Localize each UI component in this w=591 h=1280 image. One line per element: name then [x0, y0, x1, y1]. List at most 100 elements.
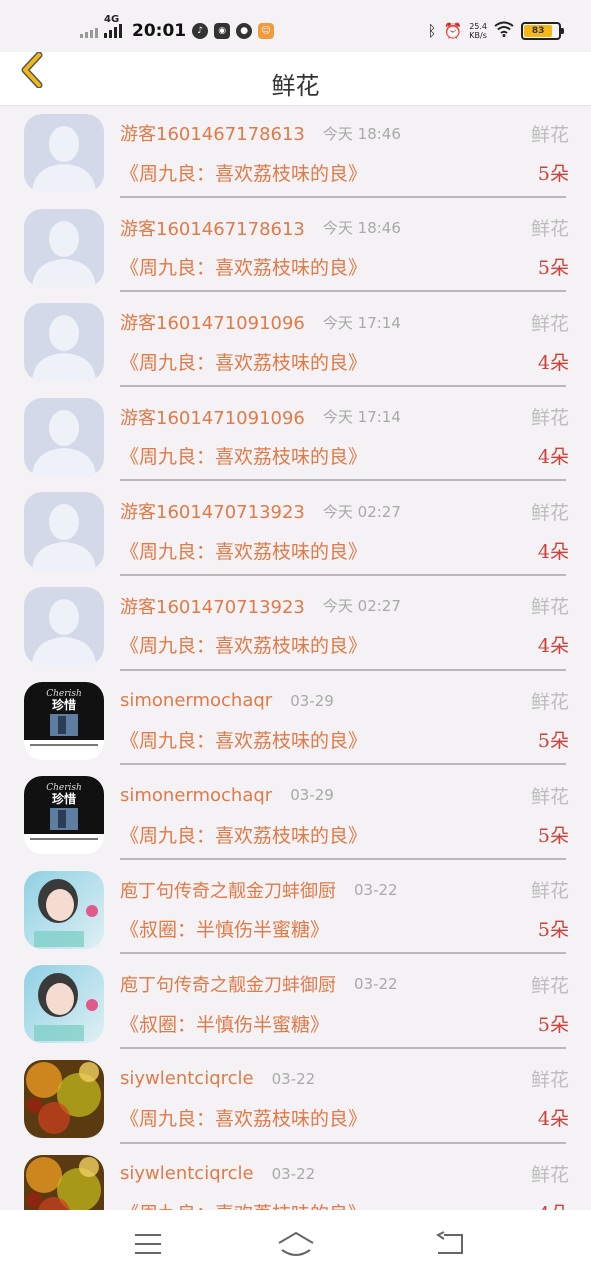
menu-icon: [135, 1234, 161, 1254]
gift-record-row[interactable]: Cherish 珍惜 simonermochaqr 03-29 鲜花 《周九良：喜欢荔枝味…: [0, 674, 591, 769]
user-name[interactable]: 游客1601470713923: [120, 593, 305, 619]
user-avatar[interactable]: Cherish 珍惜: [24, 776, 104, 855]
row-divider: [120, 668, 566, 671]
home-button[interactable]: [272, 1224, 320, 1264]
gift-count: 4朵: [537, 351, 569, 374]
gift-record-row[interactable]: 游客1601467178613 今天 18:46 鲜花 《周九良：喜欢荔枝味的良》 5朵: [0, 106, 591, 201]
gift-record-row[interactable]: siywlentciqrcle 03-22 鲜花《周九良：喜欢荔枝味的良》 4朵: [0, 1052, 591, 1147]
user-name[interactable]: 游客1601467178613: [120, 215, 305, 241]
gift-time: 03-22: [354, 880, 398, 899]
row-header: 游客1601471091096 今天 17:14 鲜花: [120, 403, 569, 431]
gift-record-row[interactable]: 游客1601470713923 今天 02:27 鲜花《周九良：喜欢荔枝味的良》 4朵: [0, 484, 591, 579]
row-divider: [120, 952, 566, 955]
user-avatar[interactable]: [24, 492, 104, 571]
song-title[interactable]: 《周九良：喜欢荔枝味的良》: [120, 726, 367, 753]
menu-button[interactable]: [124, 1224, 172, 1264]
user-name[interactable]: simonermochaqr: [120, 785, 272, 806]
gift-type: 鲜花: [530, 880, 569, 903]
user-name[interactable]: simonermochaqr: [120, 690, 272, 711]
signal-strength-icon-2: 4G: [104, 14, 122, 38]
gift-count: 4朵: [537, 446, 569, 469]
gift-type: 鲜花: [530, 218, 569, 241]
row-detail: 《周九良：喜欢荔枝味的良》 5朵: [120, 820, 569, 848]
gift-time: 03-22: [271, 1069, 316, 1088]
user-avatar[interactable]: [24, 397, 104, 476]
gift-time: 今天 18:46: [322, 124, 401, 143]
user-name[interactable]: 游客1601471091096: [120, 404, 305, 430]
gift-time: 今天 02:27: [322, 597, 401, 616]
user-avatar[interactable]: [24, 208, 104, 287]
gift-record-row[interactable]: Cherish 珍惜 simonermochaqr 03-29 鲜花 《周九良：喜欢荔枝味…: [0, 768, 591, 863]
user-name[interactable]: 庖丁句传奇之靓金刀蚌御厨: [120, 877, 336, 903]
song-title[interactable]: 《周九良：喜欢荔枝味的良》: [120, 253, 367, 280]
song-title[interactable]: 《周九良：喜欢荔枝味的良》: [120, 442, 367, 469]
gift-time: 今天 02:27: [322, 502, 401, 521]
flower-gift-list[interactable]: 游客1601467178613 今天 18:46 鲜花 《周九良：喜欢荔枝味的良》 5朵…: [0, 106, 591, 1210]
gift-record-row[interactable]: 庖丁句传奇之靓金刀蚌御厨 03-22 鲜花 《叔圈：半慎伤半蜜糖》 5朵: [0, 957, 591, 1052]
user-avatar[interactable]: [24, 586, 104, 665]
user-avatar[interactable]: [24, 870, 104, 949]
gift-count: 4朵: [537, 540, 569, 563]
row-header: 庖丁句传奇之靓金刀蚌御厨 03-22 鲜花: [120, 970, 569, 998]
row-divider: [120, 763, 566, 766]
gift-record-row[interactable]: 游客1601471091096 今天 17:14 鲜花 《周九良：喜欢荔枝味的良》 4朵: [0, 390, 591, 485]
row-detail: 《叔圈：半慎伤半蜜糖》 5朵: [120, 915, 569, 943]
user-name[interactable]: 游客1601467178613: [120, 120, 305, 146]
battery-icon: 83: [521, 22, 564, 40]
user-avatar[interactable]: [24, 114, 104, 192]
gift-type: 鲜花: [530, 501, 569, 524]
row-divider: [120, 384, 566, 387]
user-name[interactable]: 游客1601471091096: [120, 309, 305, 335]
gift-record-row[interactable]: 游客1601471091096 今天 17:14 鲜花 《周九良：喜欢荔枝味的良》 4朵: [0, 295, 591, 390]
gift-count: 5朵: [537, 257, 569, 280]
gift-count: 4朵: [538, 1199, 569, 1210]
status-bar-right: ᛒ ⏰ 25.4 KB/s 83: [427, 18, 564, 44]
network-speed-value: 25.4: [469, 22, 487, 31]
music-app-icon: ♪: [192, 23, 209, 39]
row-detail: 《周九良：喜欢荔枝味的良》 5朵: [120, 726, 569, 754]
song-title[interactable]: 《周九良：喜欢荔枝味的良》: [120, 159, 367, 186]
gift-count: 5朵: [537, 824, 569, 847]
row-header: siywlentciqrcle 03-22 鲜花: [120, 1160, 569, 1188]
network-speed-unit: KB/s: [469, 31, 487, 40]
page-header: 鲜花: [0, 52, 591, 106]
song-title[interactable]: 《周九良：喜欢荔枝味的良》: [120, 1199, 367, 1210]
gift-record-row[interactable]: 庖丁句传奇之靓金刀蚌御厨 03-22 鲜花《叔圈：半慎伤半蜜糖》 5朵: [0, 863, 591, 958]
home-icon: [278, 1231, 314, 1256]
user-name[interactable]: 游客1601470713923: [120, 498, 305, 524]
return-button[interactable]: [426, 1224, 474, 1264]
user-avatar[interactable]: [24, 303, 104, 382]
cartoon-app-icon: ☺: [258, 23, 275, 39]
song-title[interactable]: 《周九良：喜欢荔枝味的良》: [120, 348, 367, 375]
user-name[interactable]: siywlentciqrcle: [120, 1068, 254, 1089]
row-header: 游客1601471091096 今天 17:14 鲜花: [120, 308, 569, 336]
row-divider: [120, 1046, 566, 1049]
row-divider: [120, 1141, 566, 1144]
row-detail: 《周九良：喜欢荔枝味的良》 4朵: [120, 631, 569, 659]
song-title[interactable]: 《周九良：喜欢荔枝味的良》: [120, 1104, 367, 1131]
gift-type: 鲜花: [530, 1069, 569, 1092]
gift-record-row[interactable]: 游客1601470713923 今天 02:27 鲜花《周九良：喜欢荔枝味的良》 4朵: [0, 579, 591, 674]
row-detail: 《周九良：喜欢荔枝味的良》 4朵: [120, 1199, 569, 1210]
user-avatar[interactable]: [24, 1154, 104, 1210]
user-avatar[interactable]: [24, 965, 104, 1044]
row-header: 游客1601470713923 今天 02:27 鲜花: [120, 592, 569, 620]
song-title[interactable]: 《叔圈：半慎伤半蜜糖》: [120, 915, 329, 942]
song-title[interactable]: 《周九良：喜欢荔枝味的良》: [120, 631, 367, 658]
gift-type: 鲜花: [530, 596, 569, 619]
user-name[interactable]: 庖丁句传奇之靓金刀蚌御厨: [120, 971, 336, 997]
gift-record-row[interactable]: siywlentciqrcle 03-22 鲜花《周九良：喜欢荔枝味的良》 4朵: [0, 1147, 591, 1210]
song-title[interactable]: 《周九良：喜欢荔枝味的良》: [120, 821, 367, 848]
row-header: 庖丁句传奇之靓金刀蚌御厨 03-22 鲜花: [120, 876, 569, 904]
user-name[interactable]: siywlentciqrcle: [120, 1163, 254, 1184]
row-header: 游客1601470713923 今天 02:27 鲜花: [120, 497, 569, 525]
song-title[interactable]: 《叔圈：半慎伤半蜜糖》: [120, 1010, 329, 1037]
user-avatar[interactable]: [24, 1059, 104, 1138]
gift-record-row[interactable]: 游客1601467178613 今天 18:46 鲜花 《周九良：喜欢荔枝味的良》 5朵: [0, 201, 591, 296]
row-detail: 《周九良：喜欢荔枝味的良》 5朵: [120, 253, 569, 281]
gift-type: 鲜花: [530, 1164, 569, 1187]
song-title[interactable]: 《周九良：喜欢荔枝味的良》: [120, 537, 367, 564]
gift-time: 03-22: [271, 1164, 316, 1183]
user-avatar[interactable]: Cherish 珍惜: [24, 681, 104, 760]
gift-count: 4朵: [537, 1108, 569, 1131]
